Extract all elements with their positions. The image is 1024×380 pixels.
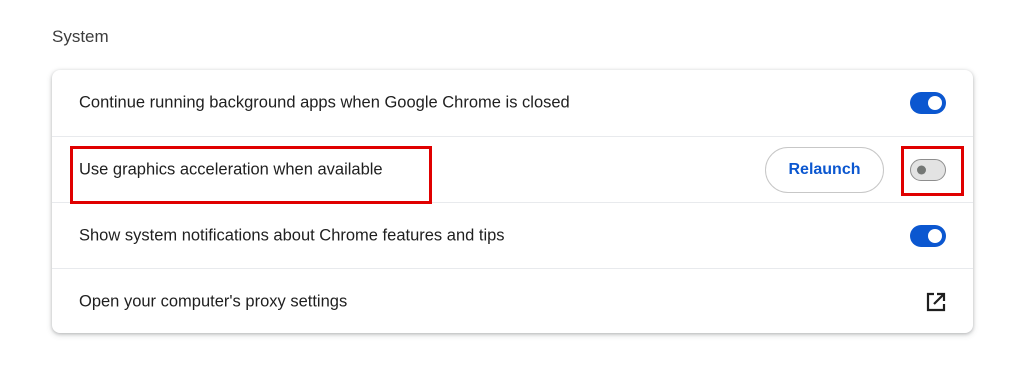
setting-row-background-apps[interactable]: Continue running background apps when Go… bbox=[52, 70, 973, 136]
setting-label-background-apps: Continue running background apps when Go… bbox=[79, 93, 570, 112]
background-apps-toggle[interactable] bbox=[910, 92, 946, 114]
relaunch-button[interactable]: Relaunch bbox=[765, 146, 884, 193]
setting-label-proxy-settings: Open your computer's proxy settings bbox=[79, 292, 348, 310]
setting-label-system-notifications: Show system notifications about Chrome f… bbox=[79, 226, 505, 244]
open-in-new-icon[interactable] bbox=[925, 291, 947, 313]
toggle-knob bbox=[928, 96, 942, 110]
highlight-box-graphics-toggle bbox=[901, 146, 964, 196]
highlight-box-graphics-label bbox=[70, 146, 432, 204]
section-title: System bbox=[52, 27, 109, 46]
setting-row-system-notifications[interactable]: Show system notifications about Chrome f… bbox=[52, 202, 973, 268]
system-notifications-toggle[interactable] bbox=[910, 224, 946, 247]
toggle-knob bbox=[928, 228, 942, 243]
setting-row-proxy-settings[interactable]: Open your computer's proxy settings bbox=[52, 268, 973, 333]
